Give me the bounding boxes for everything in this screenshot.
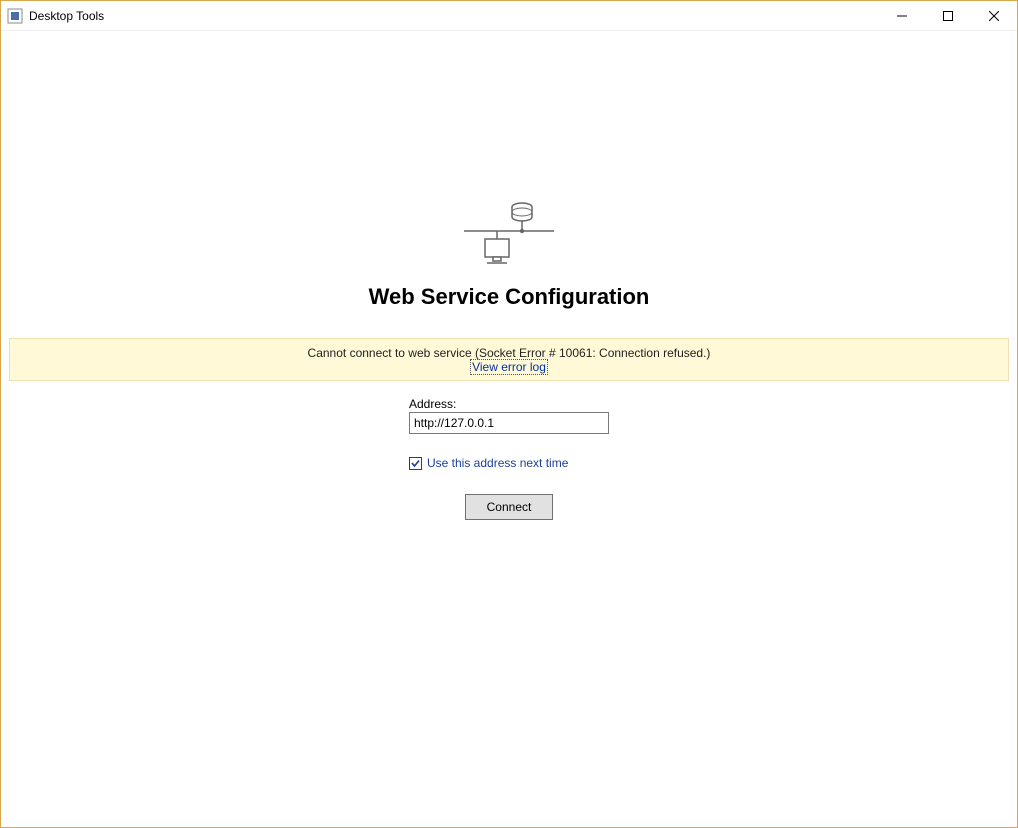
app-icon <box>7 8 23 24</box>
view-error-log-link[interactable]: View error log <box>470 359 548 375</box>
window-controls <box>879 1 1017 30</box>
address-label: Address: <box>409 397 456 411</box>
remember-checkbox[interactable] <box>409 457 422 470</box>
connect-button[interactable]: Connect <box>465 494 553 520</box>
close-button[interactable] <box>971 1 1017 30</box>
maximize-button[interactable] <box>925 1 971 30</box>
main-content: Web Service Configuration Cannot connect… <box>1 31 1017 827</box>
page-heading: Web Service Configuration <box>369 284 650 310</box>
address-form: Address: Use this address next time Conn… <box>409 397 609 520</box>
error-message: Cannot connect to web service (Socket Er… <box>10 346 1008 360</box>
titlebar: Desktop Tools <box>1 1 1017 31</box>
remember-row: Use this address next time <box>409 456 568 470</box>
remember-label[interactable]: Use this address next time <box>427 456 568 470</box>
titlebar-left: Desktop Tools <box>7 8 104 24</box>
network-server-icon <box>464 201 554 274</box>
error-alert: Cannot connect to web service (Socket Er… <box>9 338 1009 381</box>
address-input[interactable] <box>409 412 609 434</box>
connect-row: Connect <box>409 494 609 520</box>
app-window: Desktop Tools <box>0 0 1018 828</box>
minimize-button[interactable] <box>879 1 925 30</box>
window-title: Desktop Tools <box>29 9 104 23</box>
